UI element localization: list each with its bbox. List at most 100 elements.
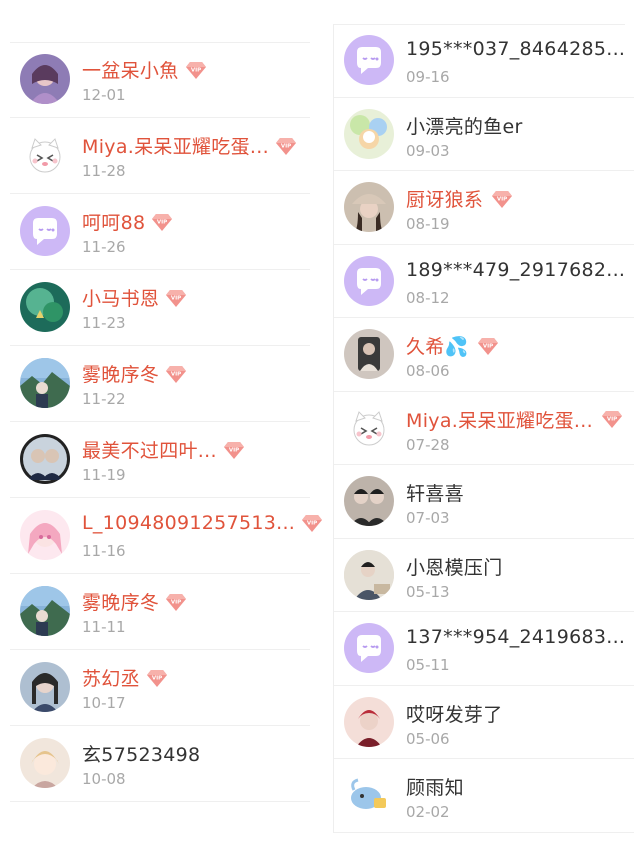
user-name: 137***954_2419683...: [406, 626, 626, 648]
visit-date: 09-03: [406, 141, 450, 160]
visit-date: 08-12: [406, 288, 450, 307]
user-row[interactable]: 189***479_2917682... 08-12: [334, 245, 634, 318]
user-name: 最美不过四叶...: [82, 440, 217, 462]
user-avatar[interactable]: [20, 54, 70, 104]
user-name: 厨讶狼系: [406, 189, 484, 211]
vip-diamond-icon: VIP: [301, 513, 323, 533]
vip-diamond-icon: VIP: [185, 60, 207, 80]
user-name: 苏幻丞: [82, 668, 140, 690]
user-row[interactable]: 苏幻丞 VIP 10-17: [10, 650, 310, 726]
user-row[interactable]: 久希💦 VIP 08-06: [334, 318, 634, 392]
user-row[interactable]: 137***954_2419683... 05-11: [334, 612, 634, 686]
visit-date: 12-01: [82, 86, 126, 104]
user-name: 雾晚序冬: [82, 592, 160, 614]
user-name: 呵呵88: [82, 212, 146, 234]
user-row[interactable]: 顾雨知 02-02: [334, 759, 634, 833]
user-row[interactable]: L_10948091257513... VIP 11-16: [10, 498, 323, 574]
user-name-line: 195***037_8464285...: [406, 38, 625, 60]
vip-diamond-icon: VIP: [165, 364, 187, 384]
user-row[interactable]: 小漂亮的鱼er 09-03: [334, 98, 634, 171]
user-name-line: 呵呵88 VIP: [82, 208, 173, 235]
user-avatar[interactable]: [20, 738, 70, 788]
user-row[interactable]: 哎呀发芽了 05-06: [334, 686, 634, 759]
left-user-list: 一盆呆小魚 VIP 12-01 Miya.呆呆亚耀吃蛋... VIP 11-28…: [10, 42, 323, 802]
svg-text:VIP: VIP: [229, 447, 239, 453]
visit-date: 11-23: [82, 314, 126, 332]
svg-text:VIP: VIP: [482, 343, 492, 349]
visit-date: 09-16: [406, 68, 450, 86]
visit-date: 05-06: [406, 729, 450, 748]
user-avatar[interactable]: [344, 696, 394, 747]
visit-date: 11-16: [82, 542, 126, 560]
user-avatar[interactable]: [20, 434, 70, 484]
user-avatar[interactable]: [20, 358, 70, 408]
svg-text:VIP: VIP: [190, 67, 200, 73]
vip-diamond-icon: VIP: [275, 136, 297, 156]
user-avatar[interactable]: [20, 130, 70, 180]
user-row[interactable]: 厨讶狼系 VIP 08-19: [334, 171, 634, 245]
user-avatar[interactable]: [344, 182, 394, 232]
visit-date: 11-22: [82, 390, 126, 408]
right-user-list: 195***037_8464285... 09-16 小漂亮的鱼er 09-03 厨…: [333, 24, 634, 833]
visit-date: 02-02: [406, 803, 450, 821]
user-avatar[interactable]: [20, 510, 70, 560]
user-avatar[interactable]: [20, 282, 70, 332]
user-avatar[interactable]: [344, 35, 394, 85]
user-name-line: Miya.呆呆亚耀吃蛋... VIP: [82, 132, 297, 159]
user-name: 顾雨知: [406, 777, 464, 799]
vip-diamond-icon: VIP: [146, 668, 168, 688]
user-avatar[interactable]: [344, 770, 394, 820]
vip-diamond-icon: VIP: [601, 409, 623, 429]
user-name-line: 顾雨知: [406, 773, 464, 800]
user-row[interactable]: 小马书恩 VIP 11-23: [10, 270, 310, 346]
user-name-line: 苏幻丞 VIP: [82, 664, 168, 691]
user-name-line: 小恩模压门: [406, 553, 503, 580]
svg-text:VIP: VIP: [171, 371, 181, 377]
user-avatar[interactable]: [344, 402, 394, 453]
user-name-line: 哎呀发芽了: [406, 700, 503, 727]
user-name-line: 189***479_2917682...: [406, 259, 625, 281]
user-row[interactable]: Miya.呆呆亚耀吃蛋... VIP 07-28: [334, 392, 634, 465]
user-avatar[interactable]: [344, 623, 394, 673]
user-name: Miya.呆呆亚耀吃蛋...: [406, 409, 593, 432]
svg-text:VIP: VIP: [307, 521, 317, 527]
user-name: 小恩模压门: [406, 556, 503, 579]
user-name-line: 小漂亮的鱼er: [406, 112, 523, 139]
user-row[interactable]: 雾晚序冬 VIP 11-22: [10, 346, 310, 422]
user-avatar[interactable]: [344, 476, 394, 526]
user-avatar[interactable]: [20, 586, 70, 636]
user-row[interactable]: 呵呵88 VIP 11-26: [10, 194, 310, 270]
user-name: 小漂亮的鱼er: [406, 115, 523, 138]
user-row[interactable]: 小恩模压门 05-13: [334, 539, 634, 612]
vip-diamond-icon: VIP: [151, 212, 173, 232]
user-name-line: 久希💦 VIP: [406, 332, 499, 359]
user-name-line: 雾晚序冬 VIP: [82, 588, 187, 615]
user-avatar[interactable]: [20, 662, 70, 712]
user-row[interactable]: 轩喜喜 07-03: [334, 465, 634, 539]
user-name: 189***479_2917682...: [406, 258, 626, 281]
user-row[interactable]: 最美不过四叶... VIP 11-19: [10, 422, 310, 498]
user-row[interactable]: Miya.呆呆亚耀吃蛋... VIP 11-28: [10, 118, 310, 194]
vip-diamond-icon: VIP: [223, 440, 245, 460]
user-row[interactable]: 一盆呆小魚 VIP 12-01: [10, 42, 310, 118]
svg-text:VIP: VIP: [607, 417, 617, 423]
visit-date: 11-19: [82, 466, 126, 484]
user-name: 玄57523498: [82, 744, 201, 766]
user-avatar[interactable]: [344, 108, 394, 159]
user-name: 195***037_8464285...: [406, 38, 626, 60]
user-row[interactable]: 雾晚序冬 VIP 11-11: [10, 574, 310, 650]
user-name: 轩喜喜: [406, 483, 464, 505]
user-avatar[interactable]: [344, 255, 394, 306]
user-name: 雾晚序冬: [82, 364, 160, 386]
user-name-line: 轩喜喜: [406, 479, 464, 506]
user-row[interactable]: 玄57523498 10-08: [10, 726, 310, 802]
user-row[interactable]: 195***037_8464285... 09-16: [334, 24, 634, 98]
visit-date: 11-11: [82, 618, 126, 636]
user-name-line: Miya.呆呆亚耀吃蛋... VIP: [406, 406, 623, 433]
user-avatar[interactable]: [344, 549, 394, 600]
user-name: 小马书恩: [82, 288, 160, 310]
user-avatar[interactable]: [20, 206, 70, 256]
user-name-line: 最美不过四叶... VIP: [82, 436, 245, 463]
user-avatar[interactable]: [344, 329, 394, 379]
visit-date: 05-11: [406, 656, 450, 674]
